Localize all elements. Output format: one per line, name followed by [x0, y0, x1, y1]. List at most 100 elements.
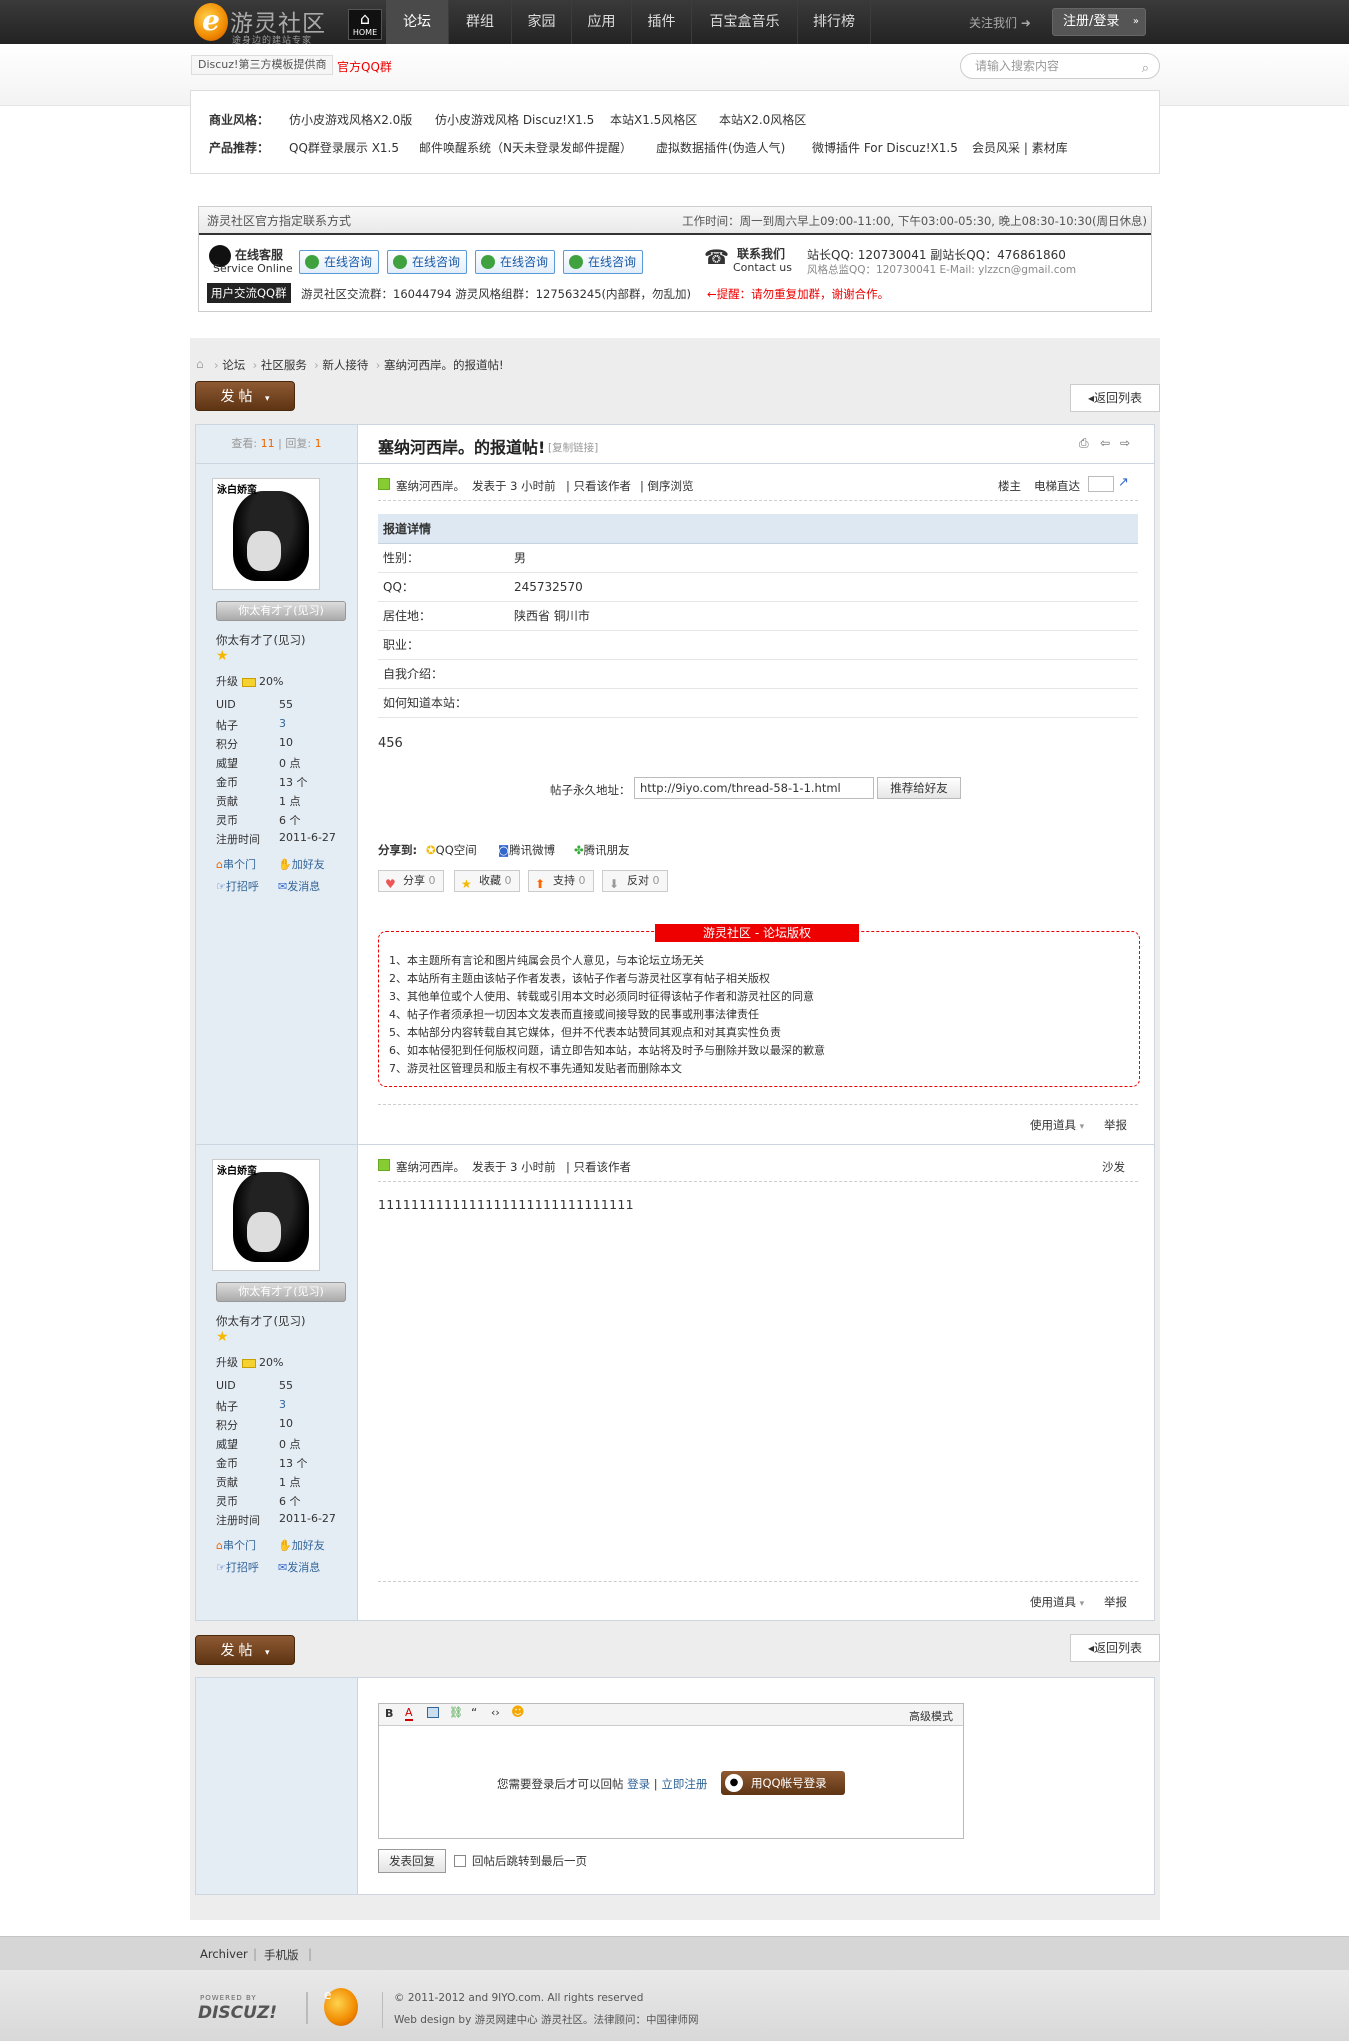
- home-button[interactable]: ⌂ HOME: [348, 9, 382, 40]
- font-color-icon[interactable]: A: [405, 1706, 413, 1721]
- promo-link[interactable]: 邮件唤醒系统（N天未登录发邮件提醒）: [419, 139, 632, 156]
- nav-home[interactable]: 家园: [512, 0, 572, 44]
- new-post-button[interactable]: 发帖 ▾: [195, 381, 295, 411]
- discuz-provider-link[interactable]: Discuz!第三方模板提供商: [191, 55, 334, 75]
- nav-groups[interactable]: 群组: [449, 0, 512, 44]
- share-vote-button[interactable]: ♥ 分享 0: [378, 870, 444, 892]
- post-floor-1: 泳白娇蛮 你太有才了(见习) 你太有才了(见习) ★ 升级 20% UID 55 …: [195, 463, 1155, 1146]
- nav-apps[interactable]: 应用: [572, 0, 632, 44]
- jump-to-last-checkbox[interactable]: [454, 1855, 466, 1867]
- recommend-button[interactable]: 推荐给好友: [877, 777, 961, 799]
- oppose-button[interactable]: ⬇ 反对 0: [602, 870, 668, 892]
- send-message-link[interactable]: ✉发消息: [278, 878, 320, 894]
- only-author-link[interactable]: | 只看该作者: [566, 478, 631, 494]
- back-to-list-button[interactable]: ◂返回列表: [1070, 384, 1160, 412]
- report-link[interactable]: 举报: [1104, 1594, 1127, 1610]
- promo-link[interactable]: 虚拟数据插件(伪造人气): [656, 139, 785, 156]
- follow-us-link[interactable]: 关注我们 ➜: [969, 14, 1031, 31]
- permalink-input[interactable]: http://9iyo.com/thread-58-1-1.html: [634, 777, 874, 799]
- use-props-menu[interactable]: 使用道具 ▾: [1030, 1117, 1084, 1133]
- promo-link[interactable]: 仿小皮游戏风格X2.0版: [289, 111, 412, 128]
- next-thread-icon[interactable]: ⇨: [1120, 436, 1130, 450]
- visit-link[interactable]: ⌂串个门: [216, 1537, 256, 1553]
- breadcrumb-item[interactable]: 社区服务: [261, 358, 307, 372]
- promo-link[interactable]: 本站X1.5风格区: [610, 111, 697, 128]
- print-icon[interactable]: ⎙: [1079, 436, 1089, 451]
- breadcrumb-item[interactable]: 新人接待: [322, 358, 368, 372]
- post-floor-2: 泳白娇蛮 你太有才了(见习) 你太有才了(见习) ★ 升级 20% UID 55 …: [195, 1144, 1155, 1621]
- support-button[interactable]: ⬆ 支持 0: [528, 870, 594, 892]
- smiley-icon[interactable]: ☻: [511, 1705, 525, 1720]
- mobile-link[interactable]: 手机版: [264, 1947, 299, 1963]
- share-tencent-friends-link[interactable]: ✤腾讯朋友: [574, 842, 630, 858]
- official-qq-group-link[interactable]: 官方QQ群: [337, 58, 392, 75]
- promo-link[interactable]: QQ群登录展示 X1.5: [289, 139, 399, 156]
- house-icon: ⌂: [216, 1539, 223, 1552]
- nav-music[interactable]: 百宝盒音乐: [692, 0, 798, 44]
- poke-link[interactable]: ☞打招呼: [216, 1559, 259, 1575]
- promo-link[interactable]: 会员风采 | 素材库: [972, 139, 1068, 156]
- online-consult-button[interactable]: 在线咨询: [475, 250, 555, 274]
- nav-ranking[interactable]: 排行榜: [798, 0, 871, 44]
- add-friend-link[interactable]: ✋加好友: [278, 856, 325, 872]
- promo-link[interactable]: 本站X2.0风格区: [719, 111, 806, 128]
- author-link[interactable]: 塞纳河西岸。: [396, 478, 465, 494]
- site-logo[interactable]: e 游灵社区 途身边的建站专家: [192, 3, 344, 46]
- caret-down-icon: ▾: [264, 394, 270, 404]
- add-friend-link[interactable]: ✋加好友: [278, 1537, 325, 1553]
- copy-link[interactable]: [复制链接]: [548, 440, 598, 455]
- user-title-badge: 你太有才了(见习): [216, 601, 346, 621]
- contact-title: 游灵社区官方指定联系方式: [207, 214, 352, 228]
- back-to-list-button[interactable]: ◂返回列表: [1070, 1634, 1160, 1662]
- breadcrumb-item[interactable]: 论坛: [222, 358, 245, 372]
- author-link[interactable]: 塞纳河西岸。: [396, 1159, 465, 1175]
- online-consult-button[interactable]: 在线咨询: [299, 250, 379, 274]
- avatar[interactable]: 泳白娇蛮: [212, 478, 320, 590]
- report-link[interactable]: 举报: [1104, 1117, 1127, 1133]
- share-qzone-link[interactable]: ✪QQ空间: [426, 842, 477, 858]
- code-icon[interactable]: ‹›: [491, 1706, 500, 1719]
- login-link[interactable]: 登录: [627, 1777, 650, 1791]
- user-title-badge: 你太有才了(见习): [216, 1282, 346, 1302]
- reverse-order-link[interactable]: | 倒序浏览: [640, 478, 694, 494]
- user-online-icon: [378, 478, 390, 490]
- poke-link[interactable]: ☞打招呼: [216, 878, 259, 894]
- contact-box: 游灵社区官方指定联系方式 工作时间：周一到周六早上09:00-11:00, 下午…: [198, 206, 1152, 312]
- register-login-button[interactable]: 注册/登录»: [1052, 8, 1146, 36]
- post-count-link[interactable]: 3: [279, 717, 286, 730]
- promo-link[interactable]: 仿小皮游戏风格 Discuz!X1.5: [435, 111, 594, 128]
- share-tencent-weibo-link[interactable]: ◙腾讯微博: [498, 842, 555, 858]
- qq-login-button[interactable]: ● 用QQ帐号登录: [721, 1771, 845, 1795]
- quote-icon[interactable]: “: [471, 1706, 477, 1720]
- post-count-link[interactable]: 3: [279, 1398, 286, 1411]
- register-link[interactable]: 立即注册: [661, 1777, 707, 1791]
- prev-thread-icon[interactable]: ⇦: [1100, 436, 1110, 450]
- new-post-button[interactable]: 发帖 ▾: [195, 1635, 295, 1665]
- search-icon[interactable]: ⌕: [1142, 57, 1149, 81]
- go-arrow-icon[interactable]: ↗: [1118, 475, 1129, 490]
- advanced-mode-link[interactable]: 高级模式: [909, 1708, 953, 1724]
- archiver-link[interactable]: Archiver: [200, 1947, 248, 1961]
- avatar[interactable]: 泳白娇蛮: [212, 1159, 320, 1271]
- visit-link[interactable]: ⌂串个门: [216, 856, 256, 872]
- chat-icon: [393, 255, 407, 269]
- use-props-menu[interactable]: 使用道具 ▾: [1030, 1594, 1084, 1610]
- breadcrumb-home-icon[interactable]: ⌂: [196, 357, 204, 371]
- online-consult-button[interactable]: 在线咨询: [387, 250, 467, 274]
- nav-plugins[interactable]: 插件: [632, 0, 692, 44]
- link-icon[interactable]: ⛓: [449, 1706, 463, 1719]
- nav-forum[interactable]: 论坛: [386, 0, 449, 44]
- copyright-notice: 游灵社区 - 论坛版权 1、本主题所有言论和图片纯属会员个人意见，与本论坛立场无…: [378, 924, 1140, 1087]
- online-consult-button[interactable]: 在线咨询: [563, 250, 643, 274]
- only-author-link[interactable]: | 只看该作者: [566, 1159, 631, 1175]
- submit-reply-button[interactable]: 发表回复: [378, 1849, 446, 1873]
- promo-link[interactable]: 微博插件 For Discuz!X1.5: [812, 139, 958, 156]
- bold-icon[interactable]: B: [385, 1707, 393, 1720]
- user-qq-group-label: 用户交流QQ群: [207, 283, 291, 303]
- image-icon[interactable]: [427, 1707, 439, 1718]
- favorite-button[interactable]: ★ 收藏 0: [454, 870, 520, 892]
- send-message-link[interactable]: ✉发消息: [278, 1559, 320, 1575]
- search-input[interactable]: 请输入搜索内容 ⌕: [960, 53, 1160, 79]
- elevator-input[interactable]: [1088, 476, 1114, 492]
- breadcrumb-item[interactable]: 塞纳河西岸。的报道帖!: [384, 358, 504, 372]
